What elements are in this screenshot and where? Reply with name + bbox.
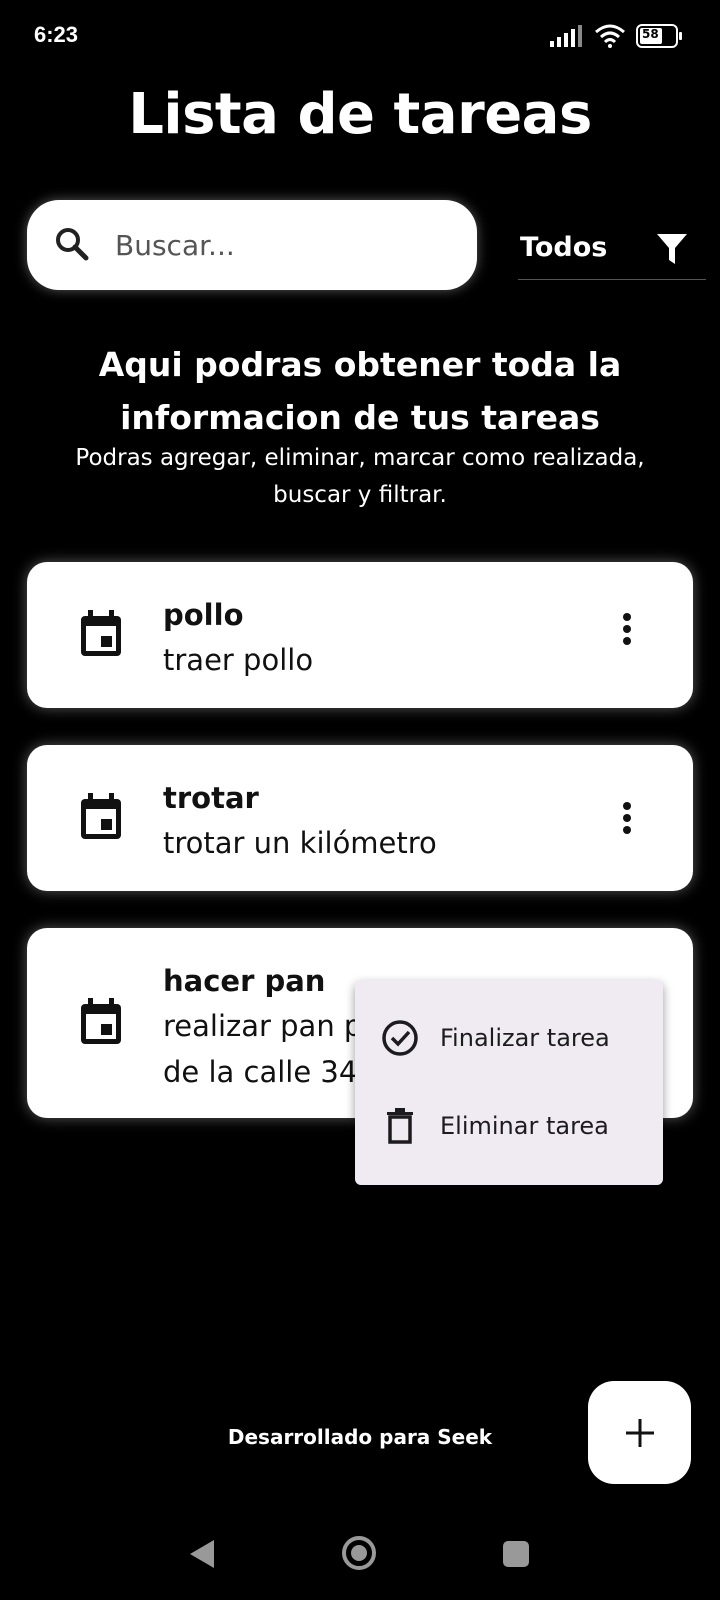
plus-icon xyxy=(625,1418,654,1447)
more-vert-icon[interactable] xyxy=(621,612,633,646)
battery-level: 58 xyxy=(642,27,659,41)
task-description: trotar un kilómetro xyxy=(163,826,437,860)
wifi-icon xyxy=(595,24,625,48)
task-card[interactable]: trotar trotar un kilómetro xyxy=(27,745,693,891)
task-description: traer pollo xyxy=(163,643,314,677)
battery-icon: 58 xyxy=(636,24,682,48)
home-icon[interactable] xyxy=(340,1534,378,1572)
add-task-button[interactable] xyxy=(588,1381,691,1484)
signal-icon xyxy=(550,25,582,47)
search-icon xyxy=(56,228,89,261)
filter-dropdown[interactable]: Todos xyxy=(518,222,706,280)
intro-title: Aqui podras obtener toda la informacion … xyxy=(98,345,622,437)
task-card[interactable]: pollo traer pollo xyxy=(27,562,693,708)
calendar-icon xyxy=(81,610,121,656)
menu-item-finalizar[interactable]: Finalizar tarea xyxy=(355,998,663,1078)
filter-icon xyxy=(657,234,687,264)
filter-selected: Todos xyxy=(520,232,608,263)
menu-item-label: Eliminar tarea xyxy=(440,1112,609,1140)
search-input[interactable] xyxy=(115,220,455,270)
status-bar: 6:23 58 xyxy=(0,0,720,70)
recents-icon[interactable] xyxy=(502,1540,530,1568)
check-circle-icon xyxy=(382,1020,418,1056)
menu-item-eliminar[interactable]: Eliminar tarea xyxy=(355,1086,663,1166)
trash-icon xyxy=(387,1108,413,1144)
context-menu: Finalizar tarea Eliminar tarea xyxy=(355,980,663,1185)
calendar-icon xyxy=(81,998,121,1044)
menu-item-label: Finalizar tarea xyxy=(440,1024,610,1052)
back-icon[interactable] xyxy=(188,1538,216,1570)
page-title: Lista de tareas xyxy=(128,82,592,147)
navigation-bar xyxy=(0,1520,720,1600)
footer-text: Desarrollado para Seek xyxy=(227,1425,493,1449)
task-title: hacer pan xyxy=(163,964,326,998)
more-vert-icon[interactable] xyxy=(621,801,633,835)
task-title: trotar xyxy=(163,781,259,815)
search-box[interactable] xyxy=(27,200,477,290)
task-title: pollo xyxy=(163,598,244,632)
status-time: 6:23 xyxy=(34,22,79,47)
calendar-icon xyxy=(81,793,121,839)
intro-subtitle: Podras agregar, eliminar, marcar como re… xyxy=(75,445,645,508)
status-icons: 58 xyxy=(550,24,682,48)
